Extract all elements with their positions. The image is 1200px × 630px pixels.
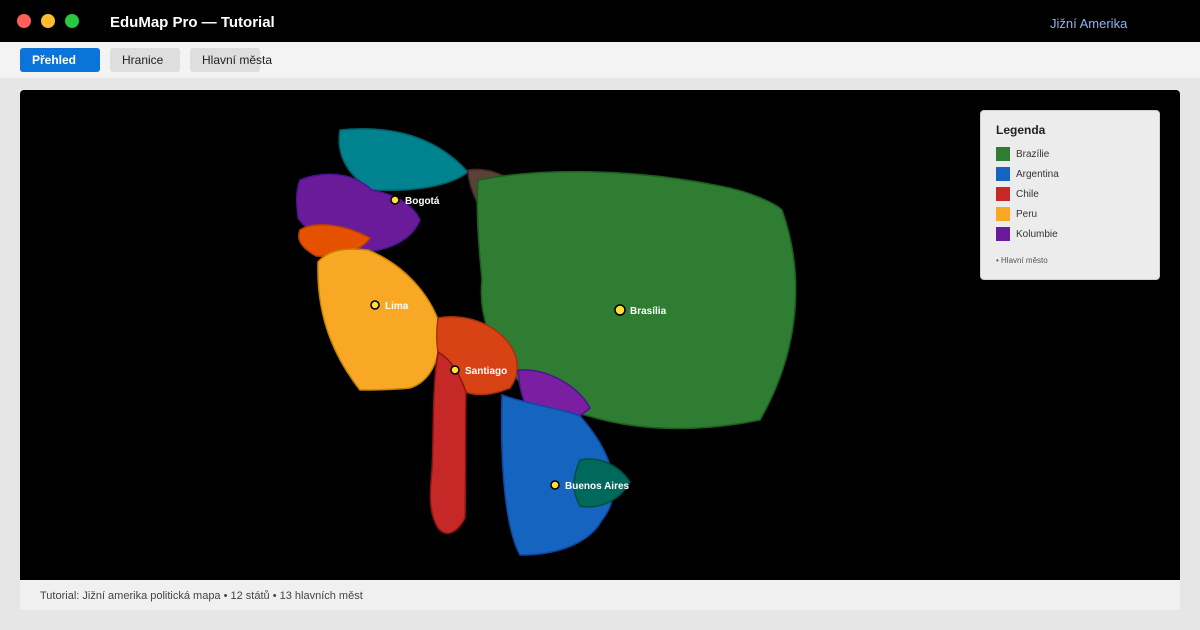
capital-marker: [550, 480, 560, 490]
legend-label: Argentina: [1016, 169, 1059, 180]
app-title: EduMap Pro — Tutorial: [110, 14, 275, 31]
region-label: Jižní Amerika: [1050, 16, 1128, 31]
legend: Legenda Brazílie Argentina Chile Peru Ko…: [980, 110, 1160, 280]
capital-label: Brasília: [630, 306, 667, 317]
capital-label: Santiago: [465, 366, 507, 377]
map-panel[interactable]: Bogotá Lima Brasília Santiago Buenos Air…: [20, 90, 1180, 580]
legend-title: Legenda: [996, 123, 1046, 137]
capital-label: Bogotá: [405, 196, 440, 207]
capital-marker: [450, 365, 460, 375]
legend-swatch: [996, 167, 1010, 181]
capital-marker: [390, 195, 400, 205]
toolbar: Přehled Hranice Hlavní města: [0, 42, 1200, 78]
legend-label: Chile: [1016, 189, 1039, 200]
tab-prehled[interactable]: Přehled: [20, 48, 100, 72]
tab-hranice[interactable]: Hranice: [110, 48, 180, 72]
maximize-window-button[interactable]: [65, 14, 79, 28]
legend-swatch: [996, 227, 1010, 241]
capital-label: Buenos Aires: [565, 481, 630, 492]
capital-label: Lima: [385, 301, 409, 312]
close-window-button[interactable]: [17, 14, 31, 28]
legend-label: Peru: [1016, 209, 1038, 220]
legend-capital-note: • Hlavní město: [996, 256, 1048, 265]
legend-label: Kolumbie: [1016, 229, 1058, 240]
legend-swatch: [996, 187, 1010, 201]
capital-marker: [614, 304, 626, 316]
legend-swatch: [996, 147, 1010, 161]
legend-label: Brazílie: [1016, 149, 1050, 160]
country-chile[interactable]: [429, 350, 467, 535]
title-bar: EduMap Pro — Tutorial Jižní Amerika: [0, 0, 1200, 42]
capital-marker: [370, 300, 380, 310]
legend-swatch: [996, 207, 1010, 221]
minimize-window-button[interactable]: [41, 14, 55, 28]
status-bar: Tutorial: Jižní amerika politická mapa •…: [20, 580, 1180, 610]
tab-hlavni-mesta[interactable]: Hlavní města: [190, 48, 272, 72]
country-peru[interactable]: [317, 248, 442, 391]
status-text: Tutorial: Jižní amerika politická mapa •…: [40, 590, 363, 602]
